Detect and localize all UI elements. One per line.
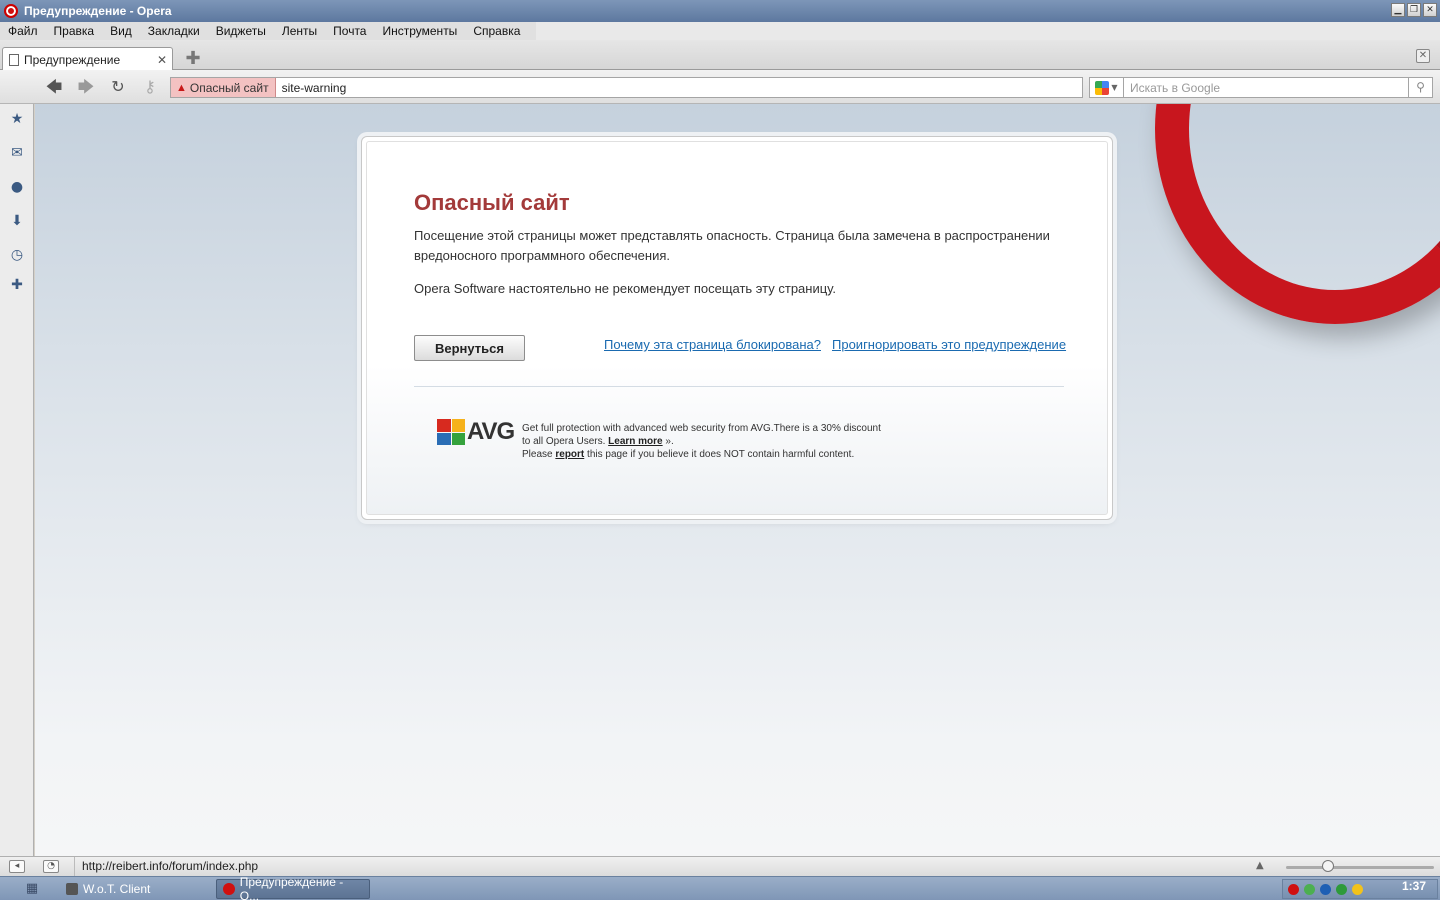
side-panel: ★ ✉ ● ⬇ ◷ ✚: [0, 104, 34, 856]
wot-icon: [66, 883, 78, 895]
downloads-icon[interactable]: ⬇: [8, 212, 26, 230]
avg-line-1: Get full protection with advanced web se…: [522, 423, 881, 434]
clock: 1:37: [1401, 879, 1426, 893]
opera-icon[interactable]: [4, 4, 18, 18]
avg-line-2-end: ».: [665, 436, 674, 447]
tab-warning[interactable]: Предупреждение ✕: [2, 47, 173, 71]
minimize-button[interactable]: ▁: [1391, 3, 1405, 17]
title-bar: Предупреждение - Opera ▁ ❐ ✕: [0, 0, 1440, 22]
address-input[interactable]: site-warning: [276, 81, 347, 95]
opera-tray-icon[interactable]: [1288, 883, 1299, 895]
avg-line-2: to all Opera Users. Learn more ».: [522, 435, 922, 448]
tab-label: Предупреждение: [24, 52, 121, 67]
chevron-down-icon: ▼: [1111, 83, 1118, 92]
new-tab-icon[interactable]: ✚: [184, 50, 202, 68]
menu-help[interactable]: Справка: [465, 22, 528, 40]
warning-icon: ▲: [176, 81, 187, 94]
menu-feeds[interactable]: Ленты: [274, 22, 325, 40]
taskbar-item-label: Предупреждение - O...: [239, 875, 344, 900]
search-engine-selector[interactable]: ▼: [1089, 77, 1123, 98]
contacts-icon[interactable]: ●: [8, 178, 26, 196]
status-bar: ◂ ◔ http://reibert.info/forum/index.php …: [0, 856, 1440, 877]
window-title: Предупреждение - Opera: [24, 4, 172, 18]
taskbar: ▦ W.o.T. Client Предупреждение - O... 1:…: [0, 875, 1440, 900]
forward-arrow-icon[interactable]: 🡆: [75, 78, 97, 96]
warning-title: Опасный сайт: [414, 190, 570, 215]
search-input[interactable]: Искать в Google: [1123, 77, 1409, 98]
avg-promo-text: Get full protection with advanced web se…: [522, 422, 922, 461]
chevron-up-icon[interactable]: ▲: [1256, 860, 1264, 871]
warning-recommendation: Opera Software настоятельно не рекоменду…: [414, 281, 836, 296]
add-panel-icon[interactable]: ✚: [8, 276, 26, 294]
menu-widgets[interactable]: Виджеты: [208, 22, 274, 40]
close-tab-icon[interactable]: ✕: [157, 53, 167, 67]
antivirus-icon[interactable]: [1336, 883, 1347, 895]
why-blocked-link[interactable]: Почему эта страница блокирована?: [604, 337, 821, 352]
menu-view[interactable]: Вид: [102, 22, 140, 40]
taskbar-item-wot[interactable]: W.o.T. Client: [60, 879, 200, 899]
ignore-warning-link[interactable]: Проигнорировать это предупреждение: [832, 337, 1066, 352]
page-icon: [9, 53, 19, 66]
zoom-slider[interactable]: [1286, 866, 1434, 869]
back-arrow-icon[interactable]: 🡄: [43, 78, 65, 96]
status-url: http://reibert.info/forum/index.php: [74, 857, 258, 877]
avg-logo-text: AVG: [467, 418, 515, 445]
google-icon: [1095, 80, 1110, 95]
security-badge[interactable]: ▲ Опасный сайт: [171, 78, 276, 97]
learn-more-link[interactable]: Learn more: [608, 436, 662, 447]
opera-icon: [223, 883, 235, 895]
address-bar[interactable]: ▲ Опасный сайт site-warning: [170, 77, 1083, 98]
panel-toggle-icon[interactable]: ◂: [9, 860, 25, 873]
messenger-icon[interactable]: [1352, 883, 1363, 895]
start-icon[interactable]: ▦: [22, 880, 42, 898]
menu-edit[interactable]: Правка: [46, 22, 103, 40]
menu-tools[interactable]: Инструменты: [374, 22, 465, 40]
warning-card-inner: Опасный сайт Посещение этой страницы мож…: [366, 141, 1108, 515]
menu-mail[interactable]: Почта: [325, 22, 374, 40]
close-button[interactable]: ✕: [1423, 3, 1437, 17]
go-back-button[interactable]: Вернуться: [414, 335, 525, 361]
avg-line-3: Please report this page if you believe i…: [522, 448, 922, 461]
avg-line-2-text: to all Opera Users.: [522, 436, 606, 447]
page-content: Опасный сайт Посещение этой страницы мож…: [35, 104, 1440, 856]
window-controls: ▁ ❐ ✕: [1391, 3, 1437, 17]
restore-button[interactable]: ❐: [1407, 3, 1421, 17]
warning-card: Опасный сайт Посещение этой страницы мож…: [361, 136, 1113, 520]
tab-bar: Предупреждение ✕ ✚ ✕: [0, 40, 1440, 71]
divider: [414, 386, 1064, 387]
report-link[interactable]: report: [555, 449, 584, 460]
security-label: Опасный сайт: [189, 80, 269, 95]
avg-line-3-start: Please: [522, 449, 553, 460]
mail-icon[interactable]: ✉: [8, 144, 26, 162]
warning-description: Посещение этой страницы может представля…: [414, 228, 1050, 263]
search-icon[interactable]: ⚲: [1409, 77, 1433, 98]
closed-tabs-icon[interactable]: ✕: [1416, 49, 1430, 63]
zoom-slider-thumb[interactable]: [1322, 860, 1334, 872]
reload-icon[interactable]: ↻: [107, 78, 129, 96]
network-icon[interactable]: [1304, 883, 1315, 895]
taskbar-item-opera[interactable]: Предупреждение - O...: [216, 875, 370, 900]
avg-logo-icon: [437, 419, 465, 445]
menu-bar: Файл Правка Вид Закладки Виджеты Ленты П…: [0, 22, 1440, 40]
star-icon[interactable]: ★: [8, 110, 26, 128]
menu-bookmarks[interactable]: Закладки: [140, 22, 208, 40]
taskbar-item-label: W.o.T. Client: [83, 882, 151, 896]
avg-line-3-end: this page if you believe it does NOT con…: [587, 449, 855, 460]
menu-file[interactable]: Файл: [0, 22, 46, 40]
bluetooth-icon[interactable]: [1320, 883, 1331, 895]
avg-logo: AVG: [437, 418, 515, 446]
turbo-icon[interactable]: ◔: [43, 860, 59, 873]
opera-logo-icon: [1155, 104, 1440, 324]
history-icon[interactable]: ◷: [8, 246, 26, 264]
key-icon[interactable]: ⚷: [139, 78, 161, 96]
